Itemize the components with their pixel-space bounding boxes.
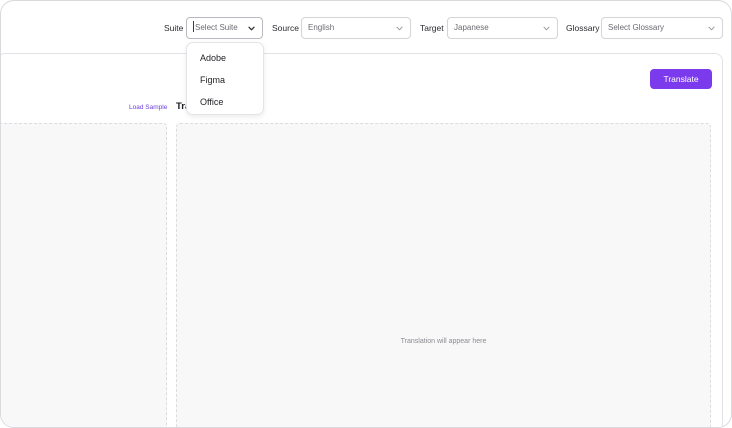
chevron-down-icon <box>708 25 715 32</box>
suite-select-placeholder: Select Suite <box>195 23 238 32</box>
source-select-value: English <box>308 23 335 32</box>
top-toolbar: Suite Select Suite Source English Target… <box>1 1 731 53</box>
target-label: Target <box>420 23 444 33</box>
suite-option-adobe[interactable]: Adobe <box>200 52 226 64</box>
chevron-down-icon <box>543 25 550 32</box>
app-window: Suite Select Suite Source English Target… <box>0 0 732 428</box>
suite-label: Suite <box>164 23 184 33</box>
translate-button[interactable]: Translate <box>650 69 712 89</box>
suite-select[interactable]: Select Suite <box>186 17 263 39</box>
translation-placeholder: Translation will appear here <box>400 338 487 345</box>
glossary-select[interactable]: Select Glossary <box>601 17 723 39</box>
glossary-select-placeholder: Select Glossary <box>608 23 665 32</box>
text-caret <box>193 21 194 32</box>
source-label: Source <box>272 23 299 33</box>
suite-option-figma[interactable]: Figma <box>200 74 225 86</box>
target-select-value: Japanese <box>454 23 489 32</box>
target-select[interactable]: Japanese <box>447 17 558 39</box>
translation-output-panel: Translation will appear here <box>176 123 711 427</box>
load-sample-link[interactable]: Load Sample <box>129 103 167 112</box>
glossary-label: Glossary <box>566 23 600 33</box>
source-select[interactable]: English <box>301 17 411 39</box>
suite-option-office[interactable]: Office <box>200 96 223 108</box>
chevron-down-icon <box>248 25 255 32</box>
chevron-down-icon <box>396 25 403 32</box>
suite-dropdown-menu: Adobe Figma Office <box>186 42 264 115</box>
source-text-area[interactable] <box>1 123 167 427</box>
